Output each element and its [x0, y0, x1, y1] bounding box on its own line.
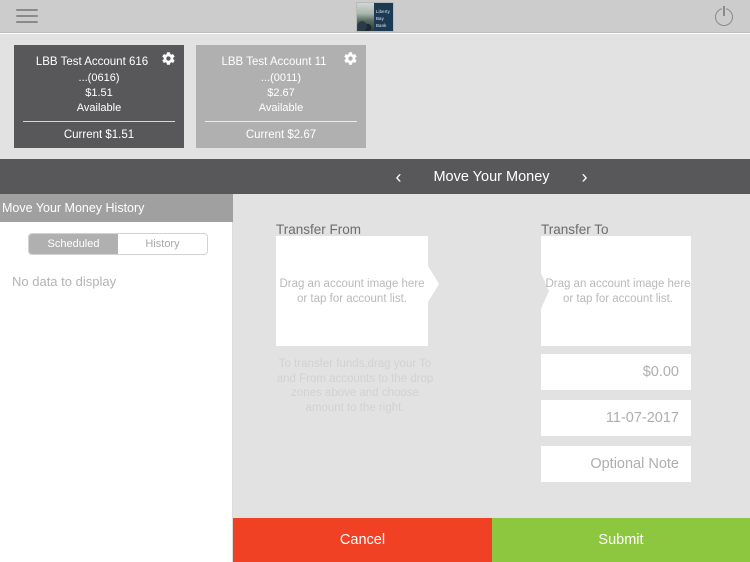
sidebar-header: Move Your Money History [0, 194, 233, 222]
account-current-balance: Current $2.67 [245, 129, 317, 141]
transfer-from-label: Transfer From [276, 222, 362, 237]
account-current-balance: Current $1.51 [63, 129, 135, 141]
cancel-button[interactable]: Cancel [233, 518, 492, 562]
hamburger-line [16, 21, 38, 23]
hamburger-menu-icon[interactable] [16, 9, 38, 25]
transfer-to-label: Transfer To [541, 222, 609, 237]
account-balance: $1.51 [85, 87, 113, 99]
gear-icon[interactable] [343, 51, 358, 66]
hamburger-line [16, 15, 38, 17]
page-nav-inner: ‹ Move Your Money › [233, 159, 750, 194]
account-title: LBB Test Account 11 [221, 56, 327, 68]
page-nav-bar: ‹ Move Your Money › [0, 159, 750, 194]
empty-state-message: No data to display [12, 274, 117, 289]
divider [23, 121, 175, 122]
chevron-left-icon[interactable]: ‹ [391, 166, 405, 188]
account-title: LBB Test Account 616 [35, 56, 149, 68]
divider [205, 121, 357, 122]
transfer-from-dropzone-hint: Drag an account image here or tap for ac… [279, 278, 425, 305]
transfer-panel: Transfer From Drag an account image here… [233, 194, 750, 518]
logo-photo [357, 3, 374, 31]
logo-line-1: Liberty [376, 9, 390, 14]
arrow-right-icon [428, 266, 439, 302]
bank-logo: Liberty Bay Bank [356, 2, 394, 32]
app-window: Liberty Bay Bank LBB Test Account 616 ..… [0, 0, 750, 562]
note-input[interactable]: Optional Note [541, 446, 691, 482]
logo-line-2: Bay [376, 15, 384, 21]
transfer-to-dropzone-hint: Drag an account image here or tap for ac… [545, 278, 691, 305]
amount-input[interactable]: $0.00 [541, 354, 691, 390]
power-stem [723, 6, 725, 16]
logo-line-3: Bank [376, 22, 387, 28]
account-card-header: LBB Test Account 11 [196, 52, 366, 70]
history-sidebar: Move Your Money History Scheduled Histor… [0, 194, 233, 562]
action-footer: Cancel Submit [233, 518, 750, 562]
top-bar: Liberty Bay Bank [0, 0, 750, 33]
account-card[interactable]: LBB Test Account 11 ...(0011) $2.67 Avai… [196, 45, 366, 148]
transfer-instructions: To transfer funds,drag your To and From … [276, 358, 434, 414]
account-card-header: LBB Test Account 616 [14, 52, 184, 70]
account-card-strip: LBB Test Account 616 ...(0616) $1.51 Ava… [0, 34, 750, 159]
tab-history[interactable]: History [118, 234, 207, 254]
gear-icon[interactable] [161, 51, 176, 66]
logo-wordmark: Liberty Bay Bank [374, 3, 393, 31]
account-card[interactable]: LBB Test Account 616 ...(0616) $1.51 Ava… [14, 45, 184, 148]
account-masked-number: ...(0616) [78, 72, 120, 84]
account-balance: $2.67 [267, 87, 295, 99]
hamburger-line [16, 9, 38, 11]
page-title: Move Your Money [433, 168, 550, 185]
power-icon[interactable] [715, 6, 735, 26]
account-masked-number: ...(0011) [260, 72, 302, 84]
tab-scheduled[interactable]: Scheduled [29, 234, 118, 254]
submit-button[interactable]: Submit [492, 518, 750, 562]
chevron-right-icon[interactable]: › [578, 166, 592, 188]
history-segmented-control: Scheduled History [28, 233, 208, 255]
date-input[interactable]: 11-07-2017 [541, 400, 691, 436]
account-balance-label: Available [76, 102, 122, 114]
account-balance-label: Available [258, 102, 304, 114]
